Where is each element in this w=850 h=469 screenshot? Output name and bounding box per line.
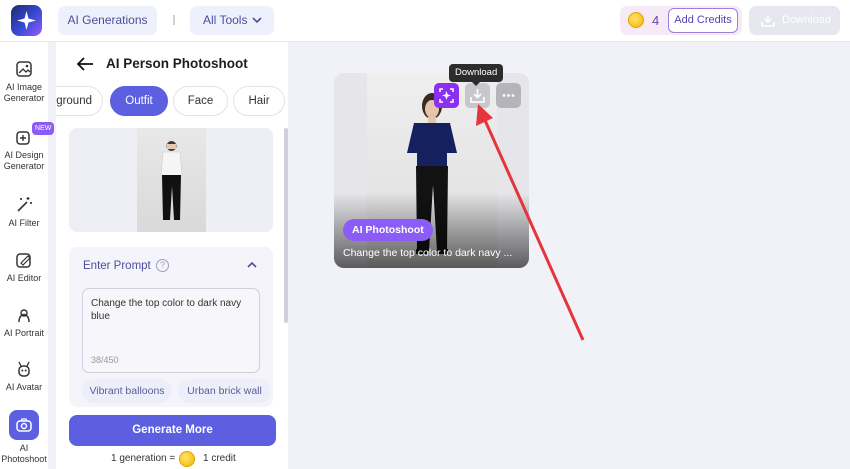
enhance-icon (439, 88, 454, 103)
tab-background[interactable]: ground (56, 86, 103, 116)
suggestion-chip[interactable]: Vibrant balloons (82, 379, 172, 403)
chevron-down-icon (252, 17, 262, 24)
panel-title: AI Person Photoshoot (106, 56, 248, 71)
photoshoot-tag: AI Photoshoot (343, 219, 433, 241)
cost-right: 1 credit (203, 453, 236, 464)
photoshoot-panel: AI Person Photoshoot ground Outfit Face … (56, 42, 288, 469)
sidebar-label: AI Design Generator (3, 150, 45, 171)
more-options-button[interactable] (496, 83, 521, 108)
sidebar-item-ai-image-generator[interactable]: AI Image Generator (0, 60, 48, 104)
suggestion-chips: Vibrant balloons Urban brick wall (56, 379, 288, 405)
coin-icon (179, 451, 195, 467)
left-sidebar: AI Image Generator NEW AI Design Generat… (0, 42, 55, 469)
sidebar-item-ai-avatar[interactable]: AI Avatar (0, 360, 48, 393)
new-badge: NEW (32, 122, 55, 135)
download-button[interactable] (465, 83, 490, 108)
ai-generations-button[interactable]: AI Generations (58, 6, 157, 35)
sidebar-label: AI Portrait (3, 328, 44, 338)
camera-icon (16, 418, 32, 432)
sidebar-item-ai-filter[interactable]: AI Filter (0, 196, 48, 229)
all-tools-label: All Tools (203, 13, 248, 27)
coin-icon (628, 12, 644, 28)
download-button-top[interactable]: Download (749, 6, 840, 35)
tab-outfit[interactable]: Outfit (110, 86, 168, 116)
more-icon (502, 94, 515, 97)
prompt-textarea[interactable]: Change the top color to dark navy blue 3… (82, 288, 260, 373)
download-label: Download (782, 14, 831, 26)
sidebar-item-ai-design-generator[interactable]: NEW AI Design Generator (0, 122, 55, 172)
source-image-box[interactable] (69, 128, 273, 232)
credit-count: 4 (652, 13, 660, 28)
sidebar-item-ai-portrait[interactable]: AI Portrait (0, 306, 48, 339)
credits-box: 4 Add Credits (620, 6, 742, 35)
top-bar: AI Generations All Tools 4 Add Credits D… (0, 0, 850, 42)
sidebar-label: AI Avatar (5, 382, 43, 392)
chevron-up-icon[interactable] (247, 261, 257, 268)
back-arrow-icon[interactable] (76, 56, 94, 72)
sidebar-label: AI Editor (6, 273, 42, 283)
character-counter: 38/450 (91, 355, 119, 365)
panel-scrollbar[interactable] (284, 128, 288, 323)
cost-left: 1 generation = (111, 453, 176, 464)
help-icon[interactable]: ? (156, 259, 169, 272)
sidebar-item-ai-editor[interactable]: AI Editor (0, 251, 48, 284)
avatar-icon (18, 361, 30, 377)
sidebar-label: AI Filter (8, 218, 40, 228)
download-icon (470, 89, 485, 103)
tab-hair[interactable]: Hair (233, 86, 285, 116)
portrait-icon (18, 309, 30, 323)
enhance-button[interactable] (434, 83, 459, 108)
cost-info: 1 generation = 1 credit (56, 451, 288, 467)
download-icon (761, 15, 775, 27)
active-indicator (9, 410, 39, 440)
sidebar-label: AI Photoshoot (1, 443, 47, 464)
magic-wand-icon (17, 197, 32, 212)
app-logo[interactable] (11, 5, 42, 36)
sidebar-item-ai-photoshoot[interactable]: AI Photoshoot (0, 410, 48, 465)
editor-icon (16, 253, 31, 268)
prompt-heading: Enter Prompt (83, 260, 151, 272)
generate-more-button[interactable]: Generate More (69, 415, 276, 446)
tab-bar: ground Outfit Face Hair (56, 86, 288, 117)
add-credits-button[interactable]: Add Credits (668, 8, 738, 33)
design-generator-icon (16, 131, 30, 145)
tab-face[interactable]: Face (173, 86, 228, 116)
result-card[interactable]: AI Photoshoot Change the top color to da… (334, 73, 529, 268)
prompt-value: Change the top color to dark navy blue (91, 298, 242, 322)
sparkle-icon (17, 11, 36, 30)
person-figure (160, 141, 183, 220)
result-caption: Change the top color to dark navy ... (343, 247, 513, 259)
download-tooltip: Download (449, 64, 504, 86)
source-photo (137, 128, 206, 232)
all-tools-dropdown[interactable]: All Tools (190, 6, 274, 35)
image-generator-icon (16, 61, 32, 77)
sidebar-label: AI Image Generator (3, 82, 45, 103)
divider (173, 15, 175, 25)
suggestion-chip[interactable]: Urban brick wall (178, 379, 271, 403)
